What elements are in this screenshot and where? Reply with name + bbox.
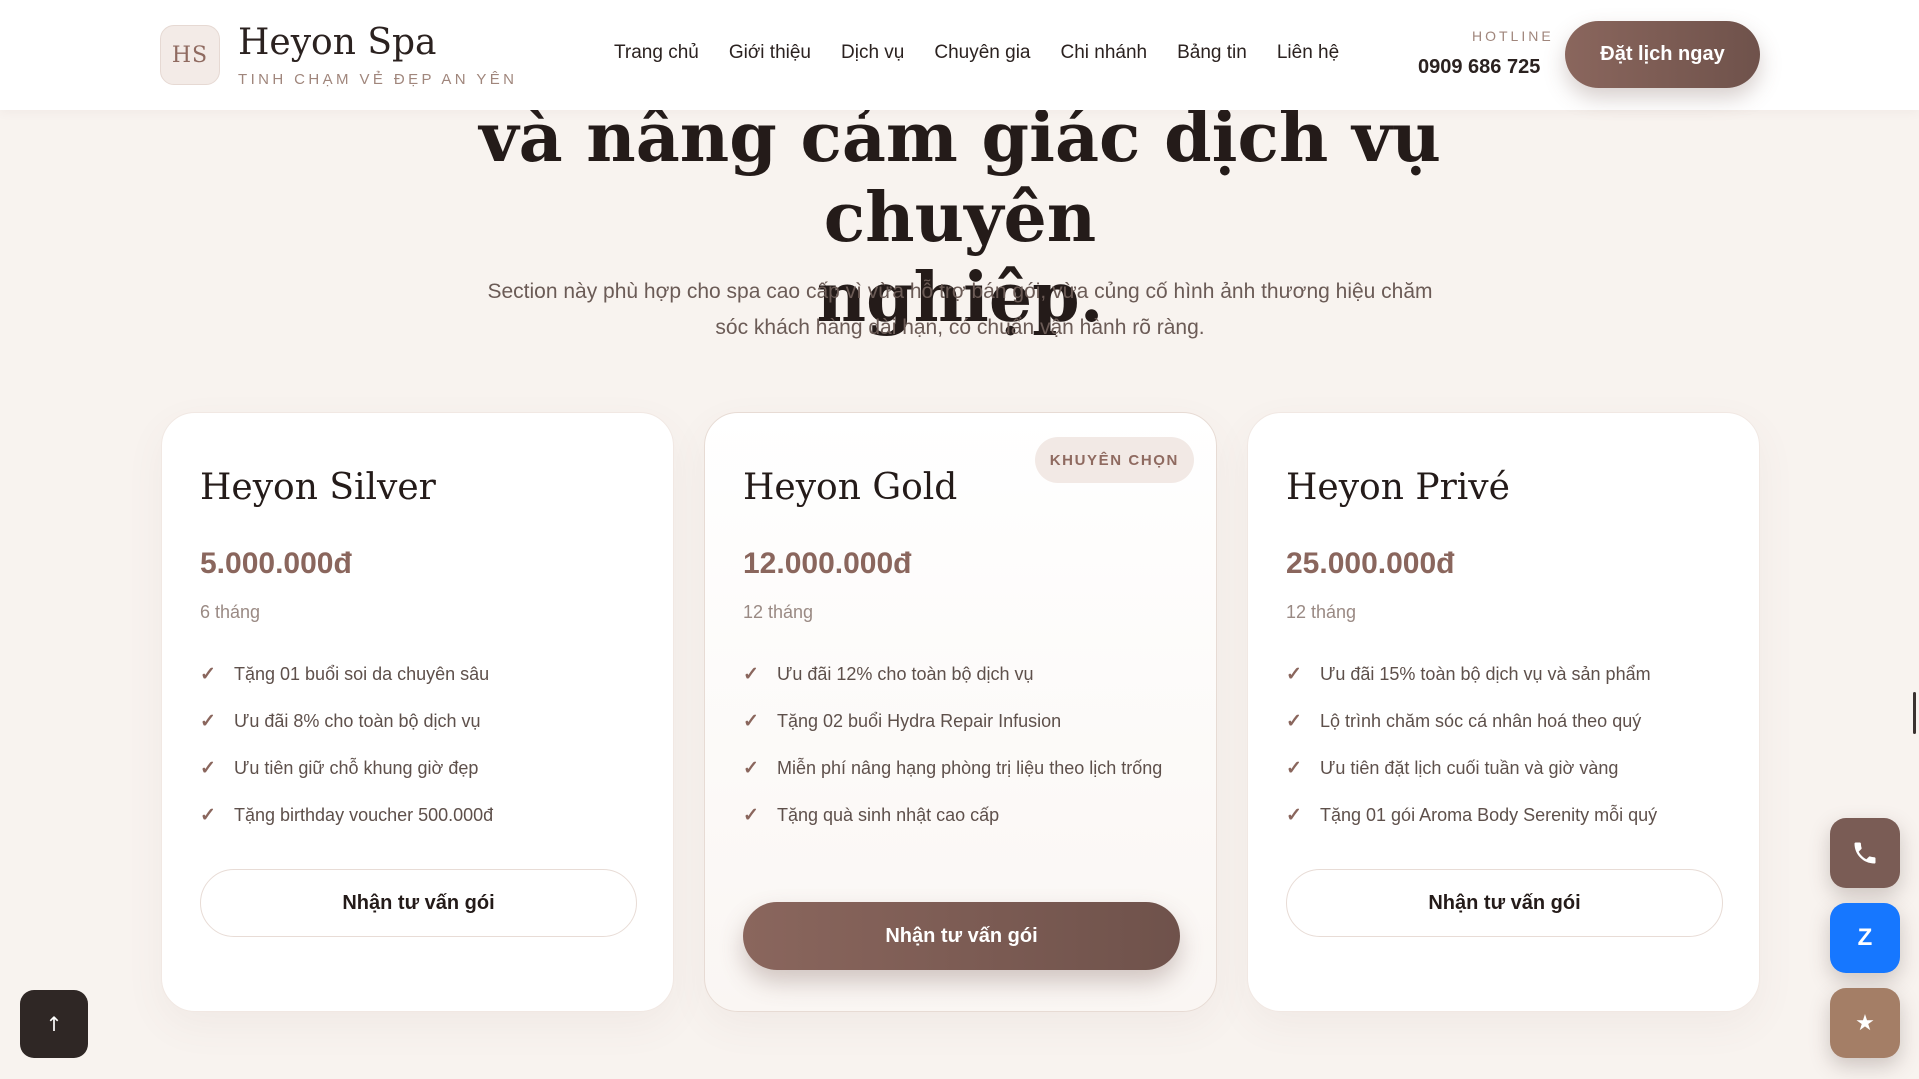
package-name: Heyon Privé xyxy=(1286,467,1510,508)
nav-item-branches[interactable]: Chi nhánh xyxy=(1061,42,1148,64)
feature-item: ✓ Tặng quà sinh nhật cao cấp xyxy=(743,800,1163,831)
feature-item: ✓ Miễn phí nâng hạng phòng trị liệu theo … xyxy=(743,753,1163,784)
nav-item-home[interactable]: Trang chủ xyxy=(614,42,699,64)
package-duration: 12 tháng xyxy=(743,602,814,622)
package-duration: 6 tháng xyxy=(200,602,261,622)
feature-item: ✓ Tặng 02 buổi Hydra Repair Infusion xyxy=(743,706,1163,737)
check-icon: ✓ xyxy=(743,711,759,732)
feature-item: ✓ Lộ trình chăm sóc cá nhân hoá theo quý xyxy=(1286,706,1726,737)
package-card-gold: KHUYÊN CHỌN Heyon Gold 12.000.000đ 12 th… xyxy=(704,412,1217,1012)
consult-button-silver[interactable]: Nhận tư vấn gói xyxy=(200,869,637,937)
check-icon: ✓ xyxy=(200,711,216,732)
star-icon: ★ xyxy=(1855,1010,1875,1036)
feature-list: ✓ Ưu đãi 15% toàn bộ dịch vụ và sản phẩm … xyxy=(1286,659,1726,847)
arrow-up-icon: ↑ xyxy=(45,1012,63,1036)
nav-item-news[interactable]: Bảng tin xyxy=(1177,42,1247,64)
section-title-line1: và nâng cảm giác dịch vụ chuyên xyxy=(479,98,1441,258)
main-nav: Trang chủ Giới thiệu Dịch vụ Chuyên gia … xyxy=(614,42,1369,64)
check-icon: ✓ xyxy=(1286,805,1302,826)
feature-item: ✓ Tặng birthday voucher 500.000đ xyxy=(200,800,620,831)
phone-icon xyxy=(1854,842,1876,864)
book-now-button[interactable]: Đặt lịch ngay xyxy=(1565,21,1760,88)
package-card-prive: Heyon Privé 25.000.000đ 12 tháng ✓ Ưu đãi… xyxy=(1247,412,1760,1012)
hotline-label: HOTLINE xyxy=(1472,28,1554,44)
package-price: 25.000.000đ xyxy=(1286,547,1455,580)
zalo-icon: Z xyxy=(1857,924,1873,951)
brand-name[interactable]: Heyon Spa xyxy=(238,22,437,63)
package-card-silver: Heyon Silver 5.000.000đ 6 tháng ✓ Tặng 01… xyxy=(161,412,674,1012)
feature-list: ✓ Tặng 01 buổi soi da chuyên sâu ✓ Ưu đãi … xyxy=(200,659,620,847)
nav-item-experts[interactable]: Chuyên gia xyxy=(934,42,1030,64)
check-icon: ✓ xyxy=(200,758,216,779)
site-header: HS Heyon Spa TINH CHẠM VẺ ĐẸP AN YÊN Tra… xyxy=(0,0,1919,110)
check-icon: ✓ xyxy=(1286,711,1302,732)
section-subtitle-line2: sóc khách hàng dài hạn, có chuẩn vận hàn… xyxy=(715,316,1205,339)
package-price: 5.000.000đ xyxy=(200,547,352,580)
phone-call-button[interactable] xyxy=(1830,818,1900,888)
consult-button-gold[interactable]: Nhận tư vấn gói xyxy=(743,902,1180,970)
brand-tagline: TINH CHẠM VẺ ĐẸP AN YÊN xyxy=(238,71,518,88)
package-price: 12.000.000đ xyxy=(743,547,912,580)
check-icon: ✓ xyxy=(200,664,216,685)
nav-item-contact[interactable]: Liên hệ xyxy=(1277,42,1339,64)
review-button[interactable]: ★ xyxy=(1830,988,1900,1058)
section-subtitle-line1: Section này phù hợp cho spa cao cấp vì v… xyxy=(487,280,1433,303)
section-subtitle: Section này phù hợp cho spa cao cấp vì v… xyxy=(470,274,1450,346)
package-name: Heyon Silver xyxy=(200,467,436,508)
feature-item: ✓ Tặng 01 buổi soi da chuyên sâu xyxy=(200,659,620,690)
feature-item: ✓ Ưu đãi 12% cho toàn bộ dịch vụ xyxy=(743,659,1163,690)
consult-button-prive[interactable]: Nhận tư vấn gói xyxy=(1286,869,1723,937)
back-to-top-button[interactable]: ↑ xyxy=(20,990,88,1058)
check-icon: ✓ xyxy=(743,758,759,779)
check-icon: ✓ xyxy=(1286,664,1302,685)
recommended-badge: KHUYÊN CHỌN xyxy=(1034,437,1194,483)
hotline-number[interactable]: 0909 686 725 xyxy=(1418,56,1540,79)
feature-item: ✓ Ưu đãi 8% cho toàn bộ dịch vụ xyxy=(200,706,620,737)
feature-item: ✓ Ưu tiên giữ chỗ khung giờ đẹp xyxy=(200,753,620,784)
nav-item-services[interactable]: Dịch vụ xyxy=(841,42,904,64)
check-icon: ✓ xyxy=(743,664,759,685)
check-icon: ✓ xyxy=(743,805,759,826)
check-icon: ✓ xyxy=(200,805,216,826)
nav-item-about[interactable]: Giới thiệu xyxy=(729,42,811,64)
feature-item: ✓ Ưu đãi 15% toàn bộ dịch vụ và sản phẩm xyxy=(1286,659,1726,690)
check-icon: ✓ xyxy=(1286,758,1302,779)
feature-list: ✓ Ưu đãi 12% cho toàn bộ dịch vụ ✓ Tặng 02… xyxy=(743,659,1163,847)
scrollbar-thumb[interactable] xyxy=(1913,692,1916,734)
feature-item: ✓ Tặng 01 gói Aroma Body Serenity mỗi quý xyxy=(1286,800,1726,831)
package-duration: 12 tháng xyxy=(1286,602,1357,622)
package-name: Heyon Gold xyxy=(743,467,958,508)
feature-item: ✓ Ưu tiên đặt lịch cuối tuần và giờ vàng xyxy=(1286,753,1726,784)
logo-badge[interactable]: HS xyxy=(160,25,220,85)
zalo-chat-button[interactable]: Z xyxy=(1830,903,1900,973)
